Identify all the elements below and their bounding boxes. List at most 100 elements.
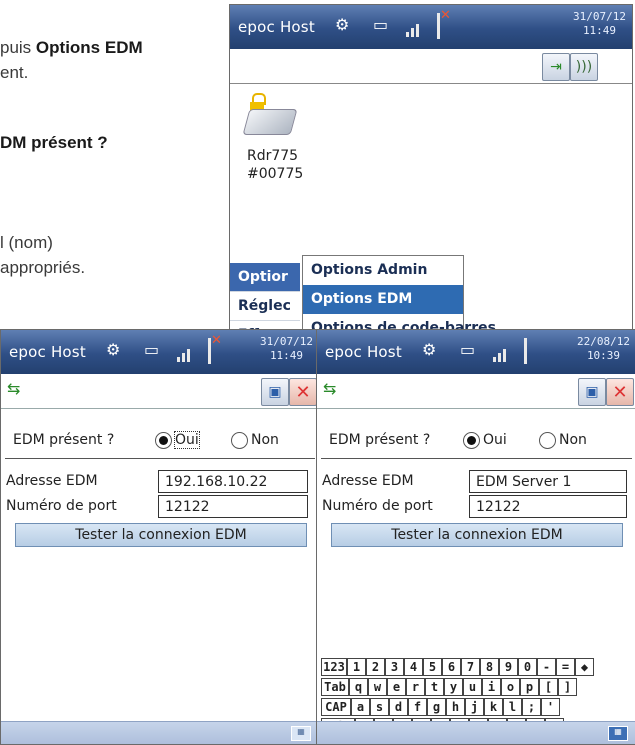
connectivity-icon[interactable]: ⚙	[106, 340, 120, 359]
key[interactable]: 0	[518, 658, 537, 676]
key[interactable]: w	[368, 678, 387, 696]
key[interactable]: g	[427, 698, 446, 716]
key[interactable]: =	[556, 658, 575, 676]
key[interactable]: 4	[404, 658, 423, 676]
signal-icon[interactable]	[406, 19, 430, 37]
edm-present-label: EDM présent ?	[329, 432, 431, 448]
reader-device[interactable]	[242, 93, 302, 139]
key[interactable]: q	[349, 678, 368, 696]
keyboard-icon[interactable]: ▦	[608, 726, 628, 741]
wireless-icon[interactable]: )))	[570, 53, 598, 81]
key[interactable]: ]	[558, 678, 577, 696]
title-bar: epoc Host ⚙ ▭ ✕ 31/07/12 11:49	[230, 5, 632, 49]
radio-non[interactable]	[231, 432, 248, 449]
key[interactable]: 5	[423, 658, 442, 676]
key[interactable]: Tab	[321, 678, 349, 696]
radio-oui-label[interactable]: Oui	[483, 432, 507, 448]
exit-icon[interactable]: ⇥	[542, 53, 570, 81]
clock-time: 10:39	[586, 349, 621, 362]
radio-oui[interactable]	[463, 432, 480, 449]
clock-time: 11:49	[269, 349, 304, 362]
manual-line-4: appropriés.	[0, 258, 86, 277]
clock-date: 31/07/12	[260, 335, 313, 348]
key[interactable]: r	[406, 678, 425, 696]
menu-item-options[interactable]: Optior	[230, 263, 300, 292]
antenna-icon	[524, 338, 527, 364]
keyboard-row: 123 1 2 3 4 5 6 7 8 9 0- = ◆	[321, 658, 633, 677]
key[interactable]: ◆	[575, 658, 594, 676]
port-field[interactable]: 12122	[469, 495, 627, 518]
key[interactable]: f	[408, 698, 427, 716]
address-label: Adresse EDM	[6, 473, 98, 489]
connectivity-icon[interactable]: ⚙	[335, 15, 349, 34]
key[interactable]: a	[351, 698, 370, 716]
address-field[interactable]: 192.168.10.22	[158, 470, 308, 493]
clock[interactable]: 31/07/12 11:49	[260, 335, 313, 363]
clock-date: 31/07/12	[573, 10, 626, 23]
options-submenu: Options Admin Options EDM Options de cod…	[302, 255, 496, 337]
key[interactable]: j	[465, 698, 484, 716]
address-field[interactable]: EDM Server 1	[469, 470, 627, 493]
reader-id: #00775	[247, 166, 304, 182]
cancel-icon[interactable]: ✕	[606, 378, 634, 406]
submenu-options-admin[interactable]: Options Admin	[303, 256, 463, 285]
key[interactable]: p	[520, 678, 539, 696]
submenu-options-edm[interactable]: Options EDM	[303, 285, 463, 314]
clock[interactable]: 31/07/12 11:49	[573, 10, 626, 38]
test-connection-button[interactable]: Tester la connexion EDM	[15, 523, 307, 547]
radio-oui-label[interactable]: Oui	[174, 431, 200, 449]
key[interactable]: t	[425, 678, 444, 696]
key[interactable]: [	[539, 678, 558, 696]
key[interactable]: 3	[385, 658, 404, 676]
key[interactable]: '	[541, 698, 560, 716]
radio-non-label[interactable]: Non	[559, 432, 587, 448]
port-field[interactable]: 12122	[158, 495, 308, 518]
key[interactable]: 7	[461, 658, 480, 676]
signal-icon[interactable]	[493, 344, 517, 362]
manual-line-3: l (nom)	[0, 233, 53, 252]
address-label: Adresse EDM	[322, 473, 414, 489]
signal-icon[interactable]	[177, 344, 201, 362]
edm-options-screen-left: epoc Host ⚙ ▭ ✕ 31/07/12 11:49 ⇆ ▣ ✕ EDM…	[0, 329, 320, 745]
battery-icon[interactable]: ▭	[460, 340, 475, 359]
key[interactable]: -	[537, 658, 556, 676]
battery-icon[interactable]: ▭	[373, 15, 388, 34]
key[interactable]: 1	[347, 658, 366, 676]
battery-icon[interactable]: ▭	[144, 340, 159, 359]
cancel-icon[interactable]: ✕	[289, 378, 317, 406]
key[interactable]: 2	[366, 658, 385, 676]
key[interactable]: 9	[499, 658, 518, 676]
port-label: Numéro de port	[322, 498, 433, 514]
sync-icon[interactable]: ⇆	[323, 379, 336, 398]
reader-label: Rdr775 #00775	[247, 147, 303, 183]
key[interactable]: h	[446, 698, 465, 716]
key[interactable]: d	[389, 698, 408, 716]
keyboard-icon[interactable]: ▦	[291, 726, 311, 741]
radio-non[interactable]	[539, 432, 556, 449]
key[interactable]: 123	[321, 658, 347, 676]
menu-item-settings[interactable]: Réglec	[230, 292, 300, 321]
radio-oui[interactable]	[155, 432, 172, 449]
key[interactable]: i	[482, 678, 501, 696]
key[interactable]: CAP	[321, 698, 351, 716]
title-bar: epoc Host ⚙ ▭ ✕ 31/07/12 11:49	[1, 330, 319, 374]
edm-present-label: EDM présent ?	[13, 432, 115, 448]
key[interactable]: o	[501, 678, 520, 696]
connectivity-icon[interactable]: ⚙	[422, 340, 436, 359]
save-icon[interactable]: ▣	[261, 378, 289, 406]
key[interactable]: ;	[522, 698, 541, 716]
key[interactable]: u	[463, 678, 482, 696]
save-icon[interactable]: ▣	[578, 378, 606, 406]
sync-icon[interactable]: ⇆	[7, 379, 20, 398]
keyboard-row: Tab q w e r t y u i o p[]	[321, 678, 633, 697]
key[interactable]: e	[387, 678, 406, 696]
key[interactable]: s	[370, 698, 389, 716]
key[interactable]: 8	[480, 658, 499, 676]
key[interactable]: l	[503, 698, 522, 716]
key[interactable]: y	[444, 678, 463, 696]
radio-non-label[interactable]: Non	[251, 432, 279, 448]
test-connection-button[interactable]: Tester la connexion EDM	[331, 523, 623, 547]
key[interactable]: 6	[442, 658, 461, 676]
key[interactable]: k	[484, 698, 503, 716]
clock[interactable]: 22/08/12 10:39	[577, 335, 630, 363]
